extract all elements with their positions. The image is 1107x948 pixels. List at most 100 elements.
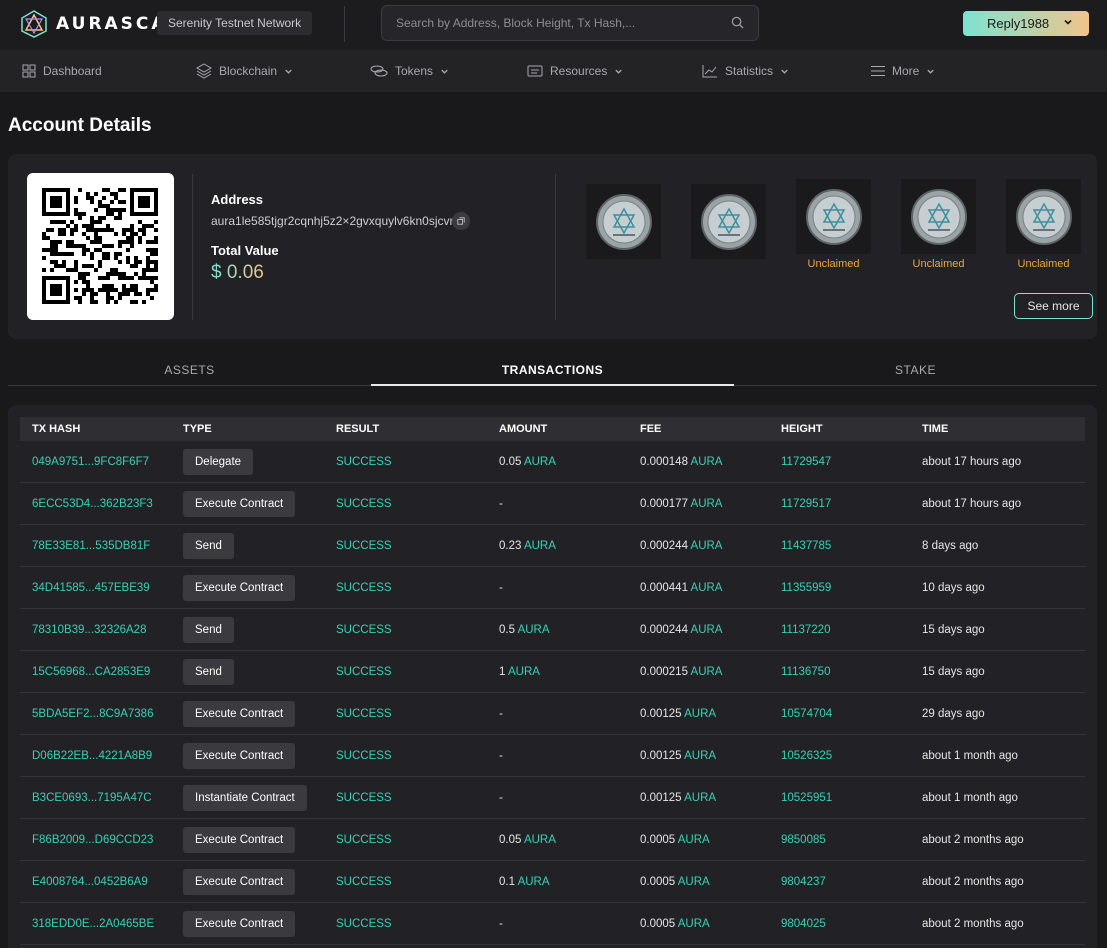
table-row[interactable]: B3CE0693...7195A47C Instantiate Contract S… bbox=[20, 777, 1085, 819]
tab-transactions[interactable]: TRANSACTIONS bbox=[371, 356, 734, 386]
tx-hash-link[interactable]: 78310B39...32326A28 bbox=[32, 609, 146, 651]
tx-amount: - bbox=[499, 483, 503, 525]
amount-unit: AURA bbox=[517, 624, 550, 636]
amount-value: - bbox=[499, 918, 503, 930]
tx-time: about 2 months ago bbox=[922, 834, 1024, 846]
tx-fee: 0.000244 AURA bbox=[640, 525, 722, 567]
copy-address-button[interactable] bbox=[452, 212, 470, 230]
tx-time: 29 days ago bbox=[922, 708, 985, 720]
block-height-link[interactable]: 11729517 bbox=[781, 483, 831, 525]
search-input[interactable] bbox=[396, 6, 716, 40]
tx-type-badge: Execute Contract bbox=[183, 743, 296, 769]
block-height-link[interactable]: 9804025 bbox=[781, 903, 826, 945]
total-value: $ 0.06 bbox=[211, 262, 264, 283]
tx-amount: 0.05 AURA bbox=[499, 441, 556, 483]
table-row[interactable]: D06B22EB...4221A8B9 Execute Contract SUCCE… bbox=[20, 735, 1085, 777]
tx-fee: 0.0005 AURA bbox=[640, 903, 710, 945]
table-row[interactable]: 049A9751...9FC8F6F7 Delegate SUCCESS 0.05 A… bbox=[20, 441, 1085, 483]
nav-label: Statistics bbox=[725, 64, 774, 78]
table-row[interactable]: 5BDA5EF2...8C9A7386 Execute Contract SUCCE… bbox=[20, 693, 1085, 735]
fee-unit: AURA bbox=[684, 708, 717, 720]
amount-value: 0.1 bbox=[499, 876, 515, 888]
tx-type-badge: Delegate bbox=[183, 449, 254, 475]
tx-hash-link[interactable]: D06B22EB...4221A8B9 bbox=[32, 735, 152, 777]
amount-unit: AURA bbox=[507, 666, 540, 678]
chevron-down-icon bbox=[1064, 19, 1072, 25]
nft-status: Unclaimed bbox=[1017, 258, 1070, 270]
tx-type-badge: Send bbox=[183, 617, 234, 643]
tx-result: SUCCESS bbox=[336, 498, 392, 510]
block-height-link[interactable]: 9804237 bbox=[781, 861, 826, 903]
tx-hash-link[interactable]: 6ECC53D4...362B23F3 bbox=[32, 483, 153, 525]
nav-blockchain[interactable]: Blockchain bbox=[196, 50, 293, 92]
tx-type-badge: Execute Contract bbox=[183, 701, 296, 727]
fee-value: 0.000177 bbox=[640, 498, 688, 510]
fee-value: 0.000441 bbox=[640, 582, 688, 594]
search-icon[interactable] bbox=[731, 16, 744, 29]
tx-hash-link[interactable]: E4008764...0452B6A9 bbox=[32, 861, 148, 903]
tx-hash-link[interactable]: 15C56968...CA2853E9 bbox=[32, 651, 150, 693]
table-row[interactable]: 78E33E81...535DB81F Send SUCCESS 0.23 AURA 0… bbox=[20, 525, 1085, 567]
tx-result: SUCCESS bbox=[336, 666, 392, 678]
nft-item[interactable]: Unclaimed bbox=[901, 179, 976, 270]
table-row[interactable]: 318EDD0E...2A0465BE Execute Contract SUCCE… bbox=[20, 903, 1085, 945]
block-height-link[interactable]: 11729547 bbox=[781, 441, 831, 483]
block-height-link[interactable]: 10526325 bbox=[781, 735, 832, 777]
address-value: aura1le585tjgr2cqnhj5z2×2gvxquylv6kn0sjc… bbox=[211, 214, 461, 228]
nav-tokens[interactable]: Tokens bbox=[370, 50, 449, 92]
copy-icon bbox=[457, 217, 465, 225]
see-more-button[interactable]: See more bbox=[1014, 293, 1093, 319]
nav-statistics[interactable]: Statistics bbox=[702, 50, 789, 92]
fee-value: 0.0005 bbox=[640, 834, 676, 846]
table-row[interactable]: 15C56968...CA2853E9 Send SUCCESS 1 AURA 0.00… bbox=[20, 651, 1085, 693]
nft-item[interactable]: Unclaimed bbox=[796, 179, 871, 270]
table-row[interactable]: E4008764...0452B6A9 Execute Contract SUCCE… bbox=[20, 861, 1085, 903]
tx-fee: 0.000215 AURA bbox=[640, 651, 722, 693]
search-box[interactable] bbox=[381, 5, 759, 41]
tab-assets[interactable]: ASSETS bbox=[8, 356, 371, 386]
fee-value: 0.000215 bbox=[640, 666, 688, 678]
fee-unit: AURA bbox=[684, 792, 717, 804]
block-height-link[interactable]: 11355959 bbox=[781, 567, 831, 609]
nft-item[interactable]: Unclaimed bbox=[1006, 179, 1081, 270]
tx-time: 15 days ago bbox=[922, 624, 985, 636]
card-divider bbox=[192, 174, 193, 320]
nav-resources[interactable]: Resources bbox=[527, 50, 623, 92]
tx-hash-link[interactable]: 318EDD0E...2A0465BE bbox=[32, 903, 154, 945]
chevron-down-icon bbox=[615, 69, 623, 74]
nav-dashboard[interactable]: Dashboard bbox=[22, 50, 102, 92]
table-header: TX HASH TYPE RESULT AMOUNT FEE HEIGHT TI… bbox=[20, 417, 1085, 441]
block-height-link[interactable]: 11437785 bbox=[781, 525, 831, 567]
table-row[interactable]: 34D41585...457EBE39 Execute Contract SUCCE… bbox=[20, 567, 1085, 609]
tx-hash-link[interactable]: F86B2009...D69CCD23 bbox=[32, 819, 153, 861]
fee-value: 0.000244 bbox=[640, 624, 688, 636]
nft-status: Unclaimed bbox=[807, 258, 860, 270]
tx-hash-link[interactable]: 34D41585...457EBE39 bbox=[32, 567, 150, 609]
table-row[interactable]: 6ECC53D4...362B23F3 Execute Contract SUCCE… bbox=[20, 483, 1085, 525]
tx-hash-link[interactable]: 5BDA5EF2...8C9A7386 bbox=[32, 693, 153, 735]
table-row[interactable]: F86B2009...D69CCD23 Execute Contract SUCCE… bbox=[20, 819, 1085, 861]
fee-unit: AURA bbox=[684, 750, 717, 762]
block-height-link[interactable]: 11137220 bbox=[781, 609, 830, 651]
aurascan-logo-icon bbox=[21, 10, 47, 38]
tx-fee: 0.0005 AURA bbox=[640, 861, 710, 903]
tab-stake[interactable]: STAKE bbox=[734, 356, 1097, 386]
tx-hash-link[interactable]: 049A9751...9FC8F6F7 bbox=[32, 441, 149, 483]
network-badge[interactable]: Serenity Testnet Network bbox=[157, 11, 313, 35]
nft-item[interactable] bbox=[691, 184, 766, 263]
fee-value: 0.00125 bbox=[640, 792, 682, 804]
block-height-link[interactable]: 10574704 bbox=[781, 693, 832, 735]
tx-hash-link[interactable]: B3CE0693...7195A47C bbox=[32, 777, 152, 819]
block-height-link[interactable]: 9850085 bbox=[781, 819, 826, 861]
coins-icon bbox=[370, 65, 388, 77]
user-account-button[interactable]: Reply1988 bbox=[963, 11, 1089, 36]
block-height-link[interactable]: 11136750 bbox=[781, 651, 830, 693]
fee-value: 0.000244 bbox=[640, 540, 688, 552]
tx-amount: - bbox=[499, 567, 503, 609]
nft-item[interactable] bbox=[586, 184, 661, 263]
table-row[interactable]: 78310B39...32326A28 Send SUCCESS 0.5 AURA 0.… bbox=[20, 609, 1085, 651]
nav-more[interactable]: More bbox=[871, 50, 935, 92]
tx-hash-link[interactable]: 78E33E81...535DB81F bbox=[32, 525, 150, 567]
fee-value: 0.000148 bbox=[640, 456, 688, 468]
block-height-link[interactable]: 10525951 bbox=[781, 777, 832, 819]
